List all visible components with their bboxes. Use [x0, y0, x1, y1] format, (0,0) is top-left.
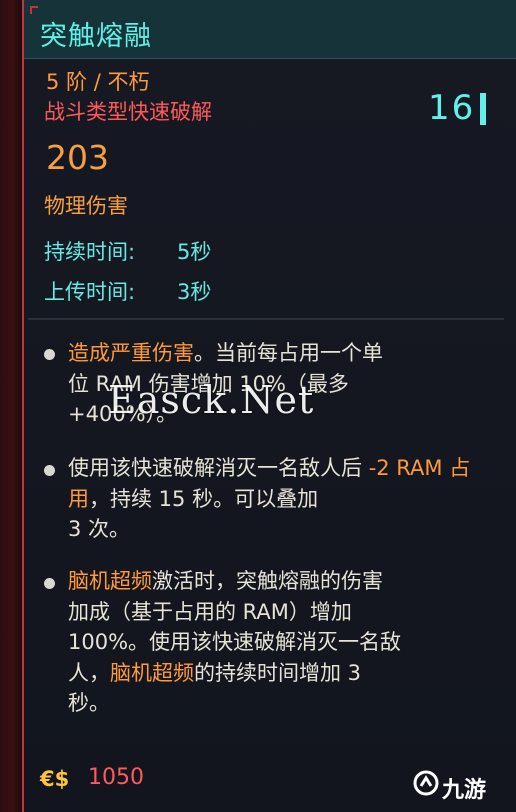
stat-upload: 上传时间: 3秒 — [44, 276, 211, 306]
stat-duration: 持续时间: 5秒 — [44, 236, 211, 266]
damage-value: 203 — [46, 138, 109, 177]
item-name: 突触熔融 — [40, 21, 152, 52]
bullet-icon — [44, 349, 55, 360]
effect-3-highlight-a: 脑机超频 — [68, 569, 152, 593]
bullet-icon — [44, 578, 55, 589]
eurodollar-icon: €$ — [40, 767, 70, 791]
effect-3-highlight-b: 脑机超频 — [110, 660, 194, 685]
ram-cost: 16 — [428, 88, 476, 128]
bullet-icon — [44, 465, 55, 476]
watermark: Easck.Net — [108, 378, 315, 422]
effect-3-text-b: 加成（基于占用的 RAM）增加 — [68, 599, 352, 624]
effect-3: 脑机超频激活时，突触熔融的伤害 加成（基于占用的 RAM）增加 100%。使用该… — [68, 566, 498, 719]
item-price: 1050 — [88, 765, 144, 790]
effect-3-text-c: 100%。使用该快速破解消灭一名敌 — [68, 630, 402, 654]
effect-1-text-a: 。当前每占用一个单 — [194, 341, 383, 365]
effect-3-text-e: 的持续时间增加 3 — [194, 660, 362, 685]
ram-cost-icon — [480, 93, 486, 125]
effect-2-text-a: 使用该快速破解消灭一名敌人后 — [68, 456, 369, 480]
stat-upload-value: 3秒 — [177, 280, 212, 304]
effect-2-text-b: ，持续 15 秒。可以叠加 — [89, 486, 319, 511]
item-type: 战斗类型快速破解 — [44, 100, 212, 124]
effect-2: 使用该快速破解消灭一名敌人后 -2 RAM 占用，持续 15 秒。可以叠加 3 … — [68, 453, 498, 545]
effect-3-text-a: 激活时，突触熔融的伤害 — [152, 569, 383, 593]
effect-2-text-c: 3 次。 — [68, 517, 131, 541]
effect-1-highlight: 造成严重伤害 — [68, 341, 194, 365]
site-logo-icon — [413, 770, 439, 796]
effect-3-text-f: 秒。 — [68, 691, 110, 715]
stat-duration-label: 持续时间: — [44, 240, 136, 264]
corner-marker — [30, 6, 38, 14]
section-divider — [28, 318, 504, 320]
stat-upload-label: 上传时间: — [44, 280, 136, 304]
item-tier: 5 阶 / 不朽 — [46, 70, 150, 94]
effect-3-text-d: 人， — [68, 660, 110, 685]
stat-duration-value: 5秒 — [177, 240, 212, 264]
left-accent-strip — [0, 0, 22, 812]
damage-type: 物理伤害 — [44, 194, 128, 218]
site-logo-text: 九游 — [442, 778, 487, 803]
